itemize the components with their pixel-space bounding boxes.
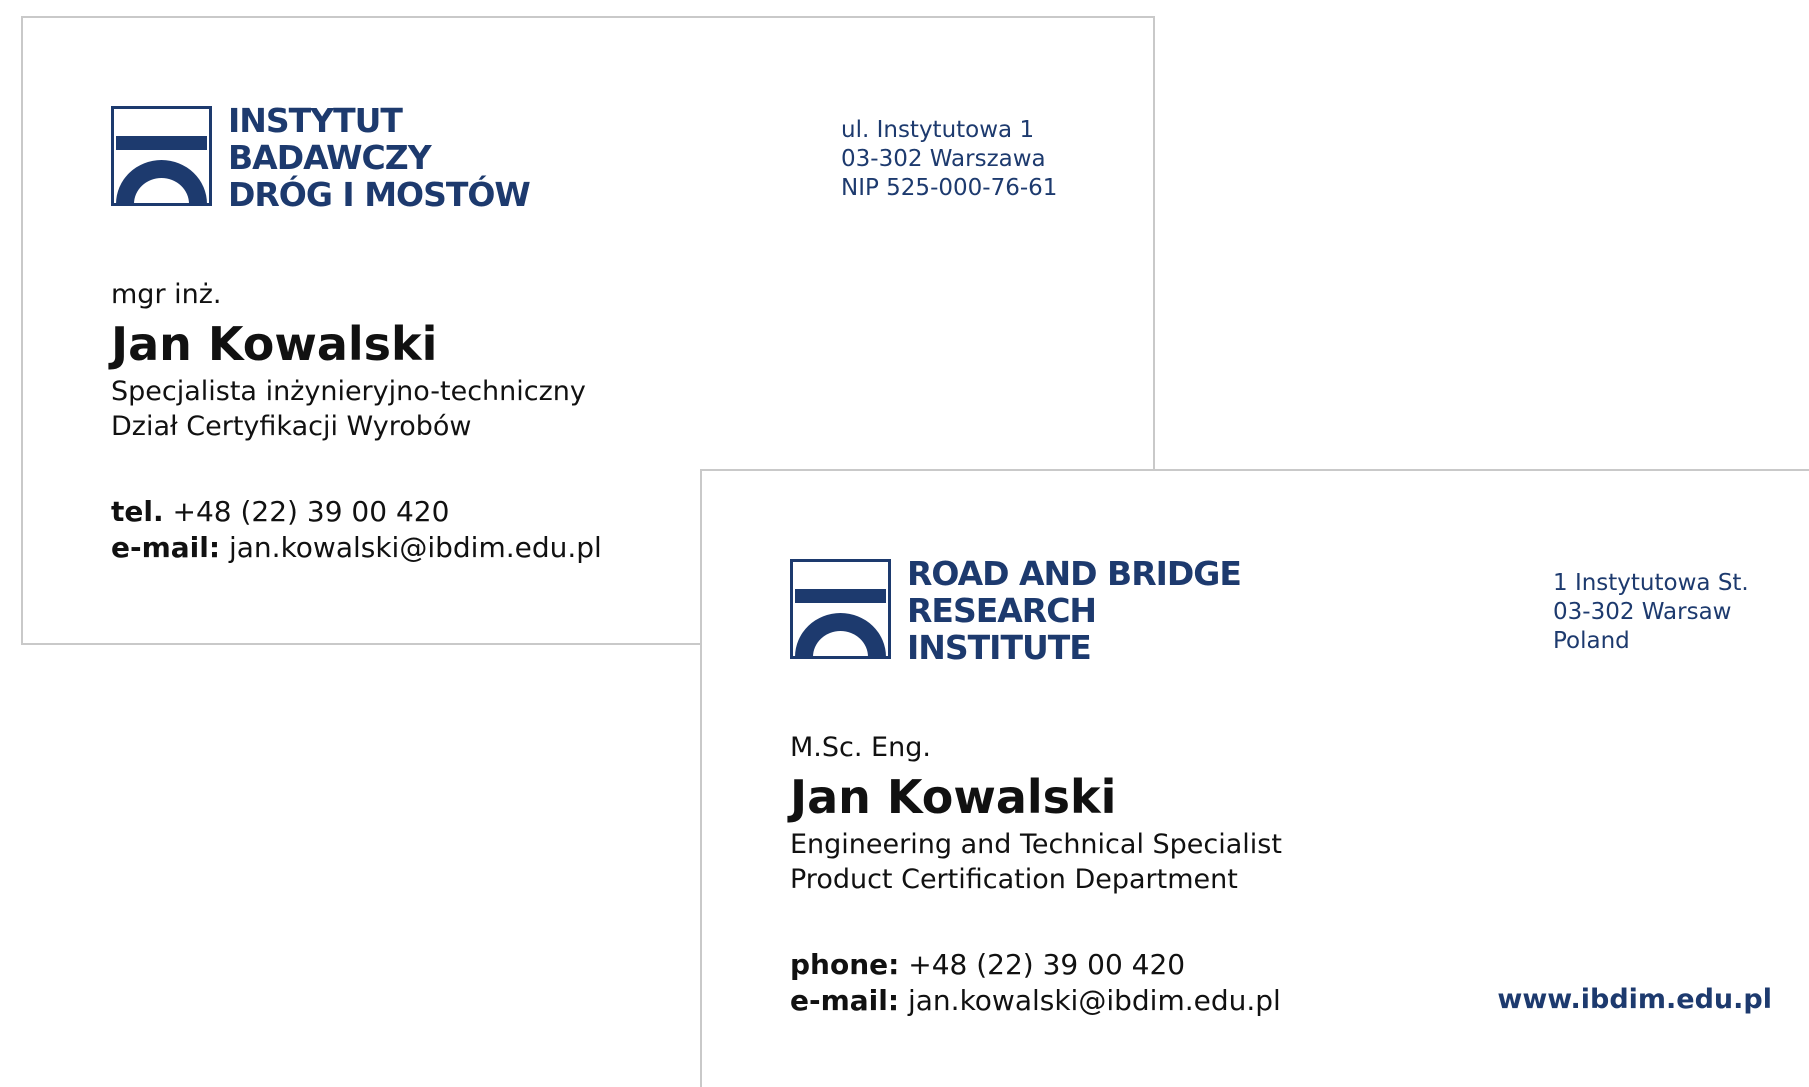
department: Dział Certyfikacji Wyrobów <box>111 411 472 442</box>
institute-logotype: ROAD AND BRIDGE RESEARCH INSTITUTE <box>907 554 1242 667</box>
logotype-line: RESEARCH <box>907 591 1097 630</box>
bridge-logo-icon <box>111 106 212 206</box>
contact-details: tel. +48 (22) 39 00 420 e-mail: jan.kowa… <box>111 494 602 566</box>
email-label: e-mail: <box>790 984 900 1017</box>
phone-number[interactable]: +48 (22) 39 00 420 <box>173 495 450 528</box>
website-link[interactable]: www.ibdim.edu.pl <box>1492 984 1772 1015</box>
address-line: 03-302 Warsaw <box>1553 599 1732 625</box>
person-name: Jan Kowalski <box>111 317 438 371</box>
bridge-logo-icon <box>790 559 891 659</box>
job-title: Engineering and Technical Specialist <box>790 829 1282 860</box>
phone-row: tel. +48 (22) 39 00 420 <box>111 494 602 530</box>
institute-address: ul. Instytutowa 1 03-302 Warszawa NIP 52… <box>841 116 1057 203</box>
department: Product Certification Department <box>790 864 1238 895</box>
email-address[interactable]: jan.kowalski@ibdim.edu.pl <box>229 531 602 564</box>
phone-label: tel. <box>111 495 164 528</box>
address-line: Poland <box>1553 628 1630 654</box>
job-role: Engineering and Technical Specialist Pro… <box>790 827 1282 897</box>
address-line: ul. Instytutowa 1 <box>841 117 1035 143</box>
email-address[interactable]: jan.kowalski@ibdim.edu.pl <box>908 984 1281 1017</box>
job-title: Specjalista inżynieryjno-techniczny <box>111 376 586 407</box>
institute-logotype: INSTYTUT BADAWCZY DRÓG I MOSTÓW <box>228 101 531 214</box>
phone-number[interactable]: +48 (22) 39 00 420 <box>908 948 1185 981</box>
logotype-line: INSTITUTE <box>907 628 1092 667</box>
person-name: Jan Kowalski <box>790 770 1117 824</box>
logotype-line: INSTYTUT <box>228 101 403 140</box>
email-row: e-mail: jan.kowalski@ibdim.edu.pl <box>111 530 602 566</box>
phone-row: phone: +48 (22) 39 00 420 <box>790 947 1281 983</box>
academic-degree: mgr inż. <box>111 279 222 310</box>
email-row: e-mail: jan.kowalski@ibdim.edu.pl <box>790 983 1281 1019</box>
job-role: Specjalista inżynieryjno-techniczny Dzia… <box>111 374 586 444</box>
address-line: 03-302 Warszawa <box>841 146 1046 172</box>
address-line: NIP 525-000-76-61 <box>841 175 1058 201</box>
institute-address: 1 Instytutowa St. 03-302 Warsaw Poland <box>1553 569 1749 656</box>
business-card-english: ROAD AND BRIDGE RESEARCH INSTITUTE 1 Ins… <box>700 469 1809 1087</box>
logotype-line: DRÓG I MOSTÓW <box>228 175 531 214</box>
contact-details: phone: +48 (22) 39 00 420 e-mail: jan.ko… <box>790 947 1281 1019</box>
phone-label: phone: <box>790 948 900 981</box>
logotype-line: ROAD AND BRIDGE <box>907 554 1242 593</box>
address-line: 1 Instytutowa St. <box>1553 570 1749 596</box>
logotype-line: BADAWCZY <box>228 138 432 177</box>
email-label: e-mail: <box>111 531 221 564</box>
academic-degree: M.Sc. Eng. <box>790 732 931 763</box>
